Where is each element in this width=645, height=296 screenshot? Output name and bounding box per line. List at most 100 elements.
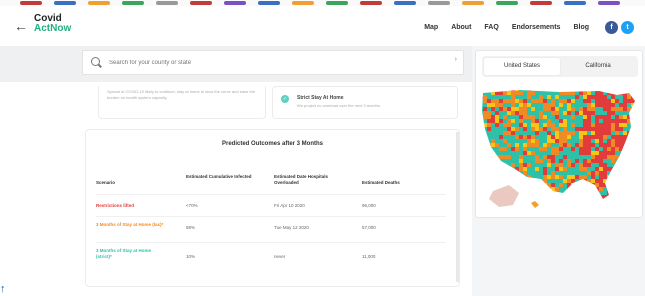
- county-cell: [527, 147, 531, 151]
- bookmark-item[interactable]: [54, 1, 76, 5]
- county-cell: [511, 131, 515, 135]
- county-cell: [547, 183, 551, 187]
- county-cell: [611, 167, 615, 171]
- county-cell: [627, 111, 631, 115]
- bookmark-item[interactable]: [156, 1, 178, 5]
- county-cell: [511, 127, 515, 131]
- scenario-card-strict[interactable]: ✓ Strict Stay At Home We project no over…: [272, 86, 458, 119]
- county-cell: [483, 187, 487, 191]
- bookmark-item[interactable]: [20, 1, 42, 5]
- county-cell: [631, 147, 635, 151]
- county-cell: [571, 115, 575, 119]
- bookmark-item[interactable]: [190, 1, 212, 5]
- county-cell: [591, 195, 595, 199]
- county-cell: [583, 187, 587, 191]
- county-cell: [539, 103, 543, 107]
- county-cell: [591, 155, 595, 159]
- us-county-map[interactable]: [479, 87, 641, 215]
- county-cell: [515, 103, 519, 107]
- county-cell: [519, 147, 523, 151]
- county-cell: [631, 139, 635, 143]
- scenario-card-title: Strict Stay At Home: [297, 95, 344, 101]
- back-arrow-icon[interactable]: ←: [14, 19, 28, 33]
- bookmark-item[interactable]: [598, 1, 620, 5]
- county-cell: [495, 91, 499, 95]
- county-cell: [615, 195, 619, 199]
- county-cell: [595, 195, 599, 199]
- search-box[interactable]: ›: [82, 50, 464, 75]
- bookmark-item[interactable]: [564, 1, 586, 5]
- county-cell: [591, 127, 595, 131]
- county-cell: [595, 139, 599, 143]
- county-cell: [539, 139, 543, 143]
- county-cell: [555, 167, 559, 171]
- nav-link-faq[interactable]: FAQ: [484, 24, 498, 31]
- county-cell: [523, 167, 527, 171]
- county-cell: [559, 95, 563, 99]
- county-cell: [551, 107, 555, 111]
- county-cell: [499, 103, 503, 107]
- county-cell: [479, 199, 483, 203]
- nav-link-blog[interactable]: Blog: [573, 24, 589, 31]
- scrollbar[interactable]: [456, 132, 459, 282]
- search-input[interactable]: [109, 55, 439, 70]
- bookmark-item[interactable]: [258, 1, 280, 5]
- bookmark-item[interactable]: [292, 1, 314, 5]
- county-cell: [623, 171, 627, 175]
- county-cell: [531, 151, 535, 155]
- county-cell: [531, 191, 535, 195]
- county-cell: [579, 151, 583, 155]
- bookmark-item[interactable]: [496, 1, 518, 5]
- county-cell: [499, 183, 503, 187]
- tab-united-states[interactable]: United States: [484, 58, 560, 75]
- county-cell: [623, 191, 627, 195]
- county-cell: [583, 123, 587, 127]
- row-deaths: 11,000: [362, 254, 376, 259]
- county-cell: [615, 187, 619, 191]
- county-cell: [559, 127, 563, 131]
- scenario-card-previous[interactable]: Spread of COVID-19 likely to continue; s…: [98, 86, 266, 119]
- nav-links: Map About FAQ Endorsements Blog: [424, 24, 589, 31]
- bookmark-item[interactable]: [530, 1, 552, 5]
- county-cell: [487, 131, 491, 135]
- facebook-icon[interactable]: f: [605, 21, 618, 34]
- chevron-right-icon[interactable]: ›: [455, 56, 457, 63]
- county-cell: [579, 155, 583, 159]
- county-cell: [631, 103, 635, 107]
- county-cell: [623, 199, 627, 203]
- bookmark-item[interactable]: [224, 1, 246, 5]
- county-cell: [547, 111, 551, 115]
- county-cell: [587, 147, 591, 151]
- nav-link-map[interactable]: Map: [424, 24, 438, 31]
- county-cell: [607, 119, 611, 123]
- county-cell: [527, 175, 531, 179]
- bookmark-item[interactable]: [462, 1, 484, 5]
- bookmark-item[interactable]: [428, 1, 450, 5]
- county-cell: [511, 107, 515, 111]
- bookmark-item[interactable]: [122, 1, 144, 5]
- county-cell: [483, 151, 487, 155]
- county-cell: [567, 90, 571, 91]
- row-scenario: Restrictions lifted: [96, 203, 135, 208]
- bookmark-item[interactable]: [360, 1, 382, 5]
- nav-link-endorsements[interactable]: Endorsements: [512, 24, 561, 31]
- county-cell: [507, 179, 511, 183]
- county-cell: [619, 151, 623, 155]
- county-cell: [559, 179, 563, 183]
- bookmark-item[interactable]: [394, 1, 416, 5]
- county-cell: [531, 195, 535, 199]
- county-cell: [519, 203, 523, 207]
- logo[interactable]: Covid ActNow: [34, 14, 71, 34]
- county-cell: [579, 147, 583, 151]
- county-cell: [595, 90, 599, 91]
- twitter-icon[interactable]: t: [621, 21, 634, 34]
- tab-california[interactable]: California: [560, 58, 636, 75]
- county-cell: [547, 147, 551, 151]
- bookmark-item[interactable]: [88, 1, 110, 5]
- bookmark-item[interactable]: [326, 1, 348, 5]
- nav-link-about[interactable]: About: [451, 24, 471, 31]
- county-cell: [551, 139, 555, 143]
- county-cell: [603, 147, 607, 151]
- county-cell: [491, 135, 495, 139]
- county-cell: [615, 107, 619, 111]
